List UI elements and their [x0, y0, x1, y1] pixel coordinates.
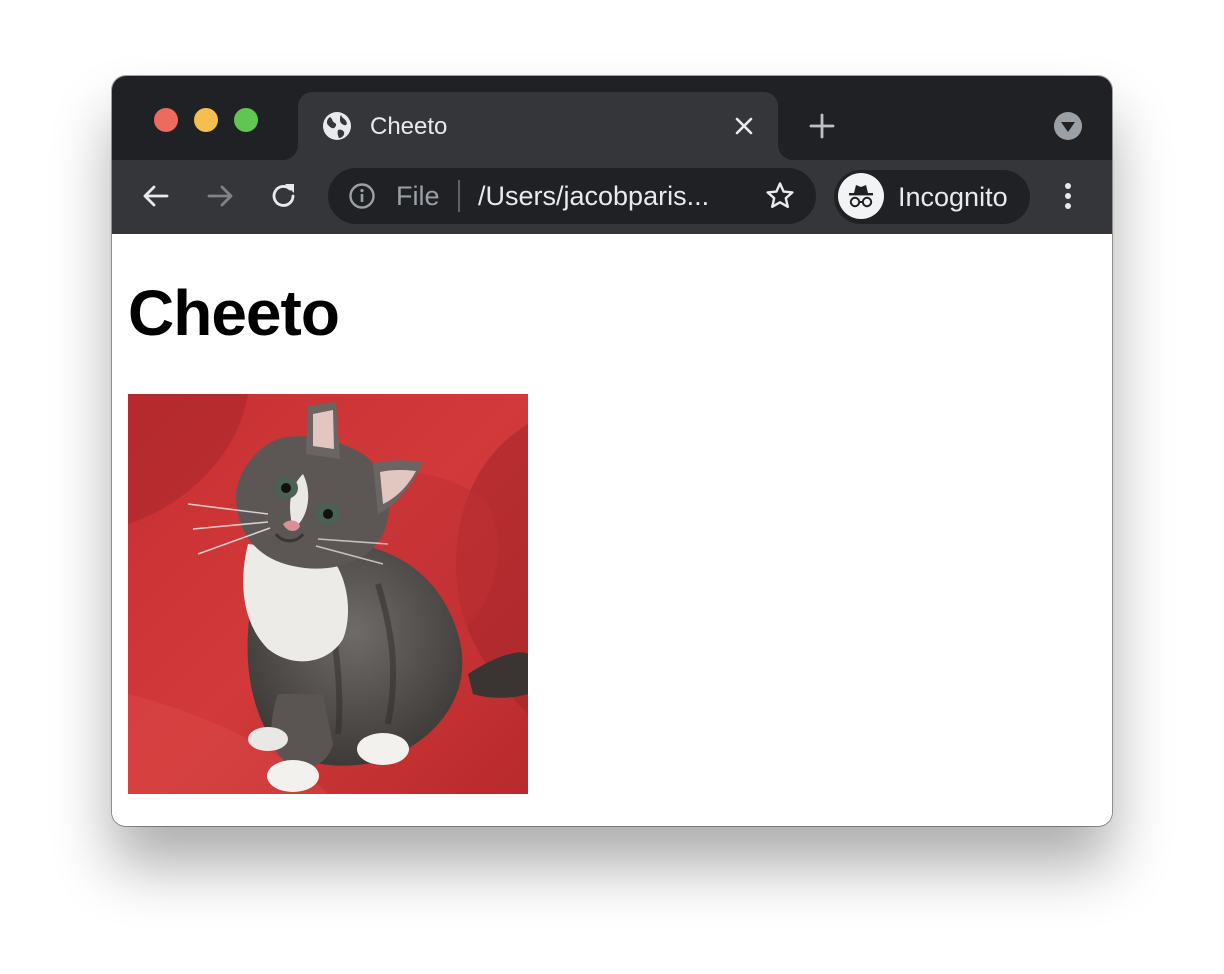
address-bar[interactable]: File /Users/jacobparis...	[328, 168, 816, 224]
url-text[interactable]: /Users/jacobparis...	[478, 181, 709, 211]
tab-title: Cheeto	[370, 113, 448, 140]
new-tab-icon[interactable]	[808, 112, 836, 140]
browser-window: Cheeto File /Users/jacobparis... Incogni…	[112, 76, 1112, 826]
incognito-profile-button[interactable]: Incognito	[834, 170, 1030, 224]
incognito-icon	[849, 185, 873, 208]
minimize-window-button[interactable]	[194, 108, 218, 132]
globe-icon	[323, 112, 351, 140]
tab-cheeto[interactable]: Cheeto	[282, 92, 794, 160]
close-tab-icon[interactable]	[734, 116, 754, 136]
kitten-photo	[128, 394, 528, 794]
incognito-label: Incognito	[898, 182, 1008, 212]
more-vertical-icon[interactable]	[1056, 180, 1080, 212]
bookmark-star-icon[interactable]	[764, 180, 796, 212]
info-icon[interactable]	[348, 182, 376, 210]
back-arrow-icon[interactable]	[140, 180, 172, 212]
close-window-button[interactable]	[154, 108, 178, 132]
avatar	[838, 173, 884, 219]
reload-icon[interactable]	[268, 180, 300, 212]
page-content: Cheeto	[112, 234, 1112, 826]
tab-strip: Cheeto	[112, 76, 1112, 160]
url-scheme-label: File	[396, 181, 440, 211]
maximize-window-button[interactable]	[234, 108, 258, 132]
forward-arrow-icon[interactable]	[204, 180, 236, 212]
address-separator	[458, 180, 460, 212]
browser-toolbar: File /Users/jacobparis... Incognito	[112, 160, 1112, 235]
tab-search-icon[interactable]	[1054, 112, 1082, 140]
page-title: Cheeto	[128, 277, 340, 349]
